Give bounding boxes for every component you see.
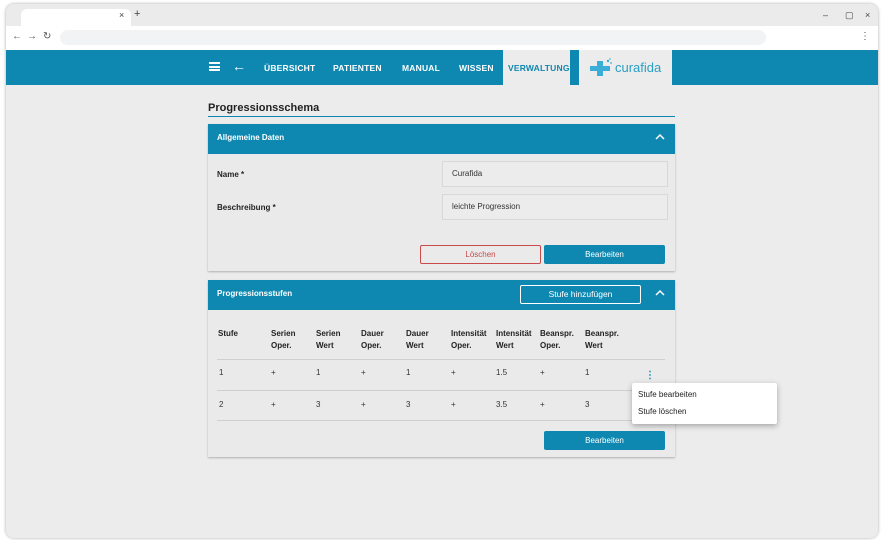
back-arrow-icon[interactable]: ← [232, 58, 246, 74]
col-header-line1: Dauer [361, 329, 384, 338]
description-field[interactable]: leichte Progression [442, 194, 668, 220]
nav-wissen[interactable]: WISSEN [459, 63, 494, 73]
table-cell: 1 [219, 368, 224, 377]
col-header-line2: Wert [406, 341, 424, 350]
col-header-line1: Intensität [451, 329, 487, 338]
context-menu: Stufe bearbeiten Stufe löschen [632, 383, 777, 424]
col-header-line1: Beanspr. [540, 329, 574, 338]
forward-icon[interactable]: → [27, 31, 37, 42]
stages-title: Progressionsstufen [217, 289, 293, 298]
logo-cross-icon [590, 58, 612, 76]
description-value: leichte Progression [452, 202, 521, 211]
name-label: Name * [217, 170, 245, 179]
table-cell: + [271, 368, 276, 377]
page-title: Progressionsschema [208, 102, 320, 114]
col-header-dauer-oper: Dauer Oper. [361, 328, 384, 352]
col-header-line2: Oper. [271, 341, 292, 350]
table-cell: 1 [406, 368, 411, 377]
col-header-intensitaet-oper: Intensität Oper. [451, 328, 487, 352]
table-cell: 1.5 [496, 368, 508, 377]
col-header-line2: Wert [496, 341, 514, 350]
col-header-line2: Wert [316, 341, 334, 350]
table-divider [217, 359, 665, 360]
back-icon[interactable]: ← [12, 31, 22, 42]
col-header-line2: Oper. [361, 341, 382, 350]
table-cell: + [451, 368, 456, 377]
nav-verwaltung[interactable]: VERWALTUNG [503, 50, 570, 85]
col-header-line2: Wert [585, 341, 603, 350]
tab-close-icon[interactable]: × [119, 10, 124, 20]
delete-button[interactable]: Löschen [420, 245, 541, 264]
nav-verwaltung-label: VERWALTUNG [508, 63, 570, 73]
stages-header[interactable]: Progressionsstufen Stufe hinzufügen [208, 280, 675, 310]
stages-card: Progressionsstufen Stufe hinzufügen Stuf… [208, 280, 675, 457]
window-close-icon[interactable]: × [865, 10, 870, 20]
table-cell: 3 [316, 400, 321, 409]
table-cell: + [361, 400, 366, 409]
general-data-card: Allgemeine Daten Name * Curafida Beschre… [208, 124, 675, 271]
menu-item-delete-stage[interactable]: Stufe löschen [638, 407, 686, 416]
minimize-icon[interactable]: – [823, 10, 828, 20]
menu-item-edit-stage[interactable]: Stufe bearbeiten [638, 390, 697, 399]
col-header-line1: Dauer [406, 329, 429, 338]
row-actions-kebab-icon[interactable]: ⋮ [645, 370, 655, 381]
chevron-up-icon[interactable] [655, 288, 665, 298]
table-cell: 1 [585, 368, 590, 377]
table-cell: + [451, 400, 456, 409]
edit-stages-button[interactable]: Bearbeiten [544, 431, 665, 450]
app-header: ← ÜBERSICHT PATIENTEN MANUAL WISSEN VERW… [6, 50, 878, 85]
table-cell: 1 [316, 368, 321, 377]
col-header-line1: Serien [271, 329, 296, 338]
table-cell: + [271, 400, 276, 409]
col-header-stufe: Stufe [218, 328, 238, 340]
nav-patienten[interactable]: PATIENTEN [333, 63, 382, 73]
general-data-title: Allgemeine Daten [217, 133, 285, 142]
table-cell: + [361, 368, 366, 377]
hamburger-menu-icon[interactable] [209, 62, 220, 71]
logo: curafida [579, 50, 672, 85]
name-field[interactable]: Curafida [442, 161, 668, 187]
col-header-line1: Serien [316, 329, 341, 338]
table-divider [217, 420, 665, 421]
table-cell: + [540, 400, 545, 409]
chevron-up-icon[interactable] [655, 132, 665, 142]
table-cell: 2 [219, 400, 224, 409]
description-label: Beschreibung * [217, 203, 276, 212]
title-underline [208, 116, 675, 117]
logo-text: curafida [615, 60, 662, 75]
col-header-serien-oper: Serien Oper. [271, 328, 295, 352]
tab-strip: × + – ▢ × [6, 4, 878, 26]
table-cell: 3.5 [496, 400, 508, 409]
table-cell: 3 [406, 400, 411, 409]
add-stage-button[interactable]: Stufe hinzufügen [520, 285, 641, 304]
col-header-beanspr-wert: Beanspr. Wert [585, 328, 619, 352]
address-bar-row: ← → ↻ ⋮ [6, 26, 878, 50]
table-cell: 3 [585, 400, 590, 409]
reload-icon[interactable]: ↻ [43, 31, 51, 42]
col-header-line1: Stufe [218, 329, 238, 338]
col-header-line1: Intensität [496, 329, 532, 338]
nav-uebersicht[interactable]: ÜBERSICHT [264, 63, 315, 73]
general-data-header[interactable]: Allgemeine Daten [208, 124, 675, 154]
col-header-intensitaet-wert: Intensität Wert [496, 328, 532, 352]
new-tab-icon[interactable]: + [134, 8, 140, 20]
col-header-dauer-wert: Dauer Wert [406, 328, 429, 352]
browser-menu-icon[interactable]: ⋮ [860, 31, 870, 42]
col-header-beanspr-oper: Beanspr. Oper. [540, 328, 574, 352]
table-divider [217, 390, 665, 391]
name-value: Curafida [452, 169, 483, 178]
maximize-icon[interactable]: ▢ [845, 10, 854, 21]
nav-manual[interactable]: MANUAL [402, 63, 440, 73]
col-header-line2: Oper. [451, 341, 472, 350]
col-header-line1: Beanspr. [585, 329, 619, 338]
browser-tab[interactable] [21, 9, 131, 26]
edit-general-button[interactable]: Bearbeiten [544, 245, 665, 264]
url-input[interactable] [60, 30, 766, 45]
browser-window: × + – ▢ × ← → ↻ ⋮ ← ÜBERSICHT PATIENTEN … [6, 4, 878, 538]
col-header-serien-wert: Serien Wert [316, 328, 340, 352]
table-cell: + [540, 368, 545, 377]
col-header-line2: Oper. [540, 341, 561, 350]
